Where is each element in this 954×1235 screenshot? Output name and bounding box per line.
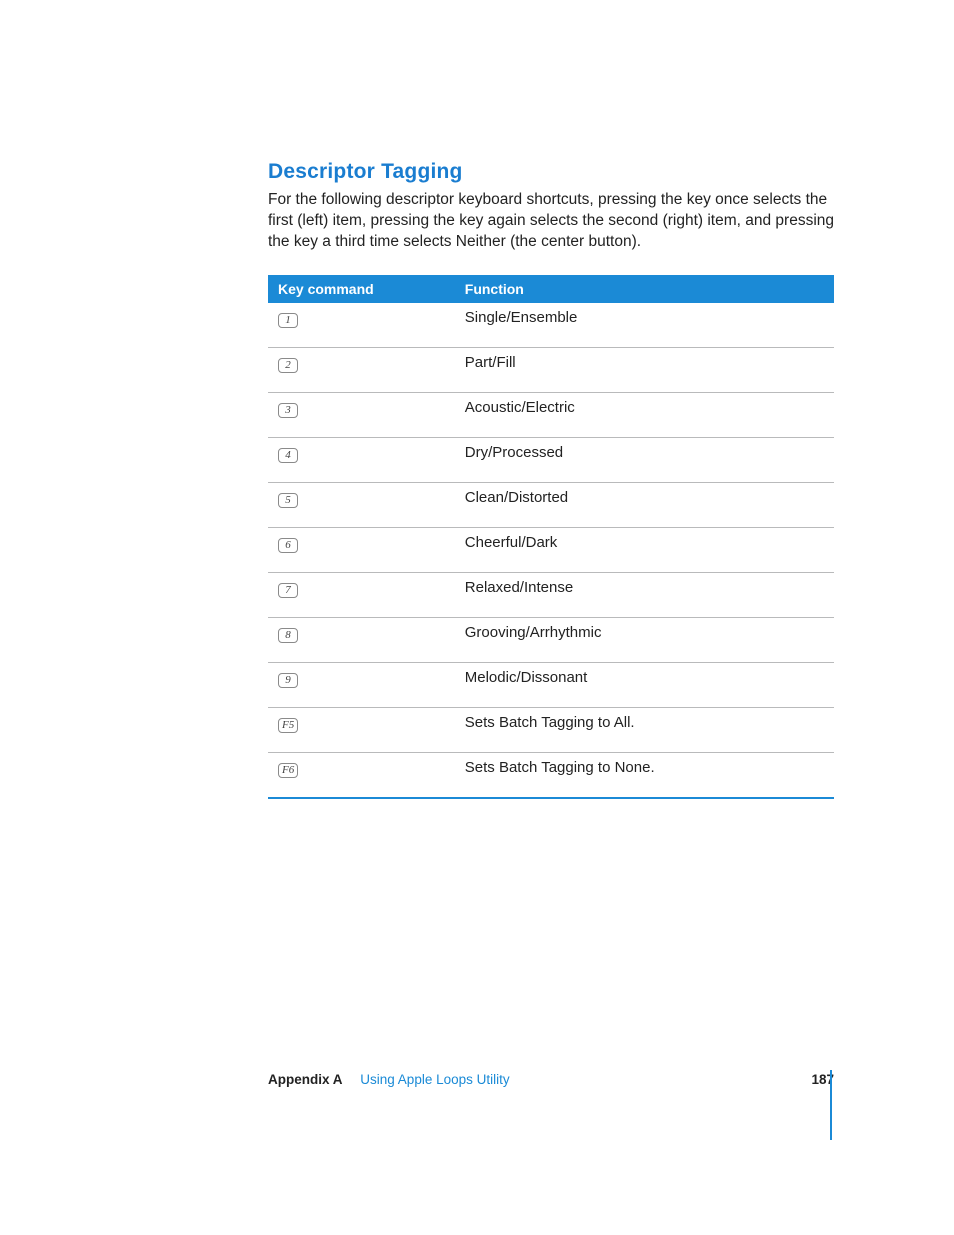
keycap-icon: 4: [278, 448, 298, 463]
table-row: 1 Single/Ensemble: [268, 303, 834, 348]
keycap-icon: 9: [278, 673, 298, 688]
keycap-icon: F6: [278, 763, 298, 778]
footer-side-rule: [830, 1070, 832, 1140]
appendix-title: Using Apple Loops Utility: [360, 1072, 509, 1087]
table-row: F6 Sets Batch Tagging to None.: [268, 752, 834, 798]
keycap-icon: 2: [278, 358, 298, 373]
page-footer: 187 Appendix A Using Apple Loops Utility: [268, 1072, 834, 1087]
table-row: 5 Clean/Distorted: [268, 482, 834, 527]
keycap-icon: 7: [278, 583, 298, 598]
intro-paragraph: For the following descriptor keyboard sh…: [268, 190, 834, 253]
table-row: 7 Relaxed/Intense: [268, 572, 834, 617]
function-cell: Relaxed/Intense: [455, 572, 834, 617]
table-row: 9 Melodic/Dissonant: [268, 662, 834, 707]
table-row: 6 Cheerful/Dark: [268, 527, 834, 572]
table-row: F5 Sets Batch Tagging to All.: [268, 707, 834, 752]
function-cell: Dry/Processed: [455, 437, 834, 482]
appendix-label: Appendix A: [268, 1072, 343, 1087]
table-row: 2 Part/Fill: [268, 347, 834, 392]
keycap-icon: 6: [278, 538, 298, 553]
function-cell: Sets Batch Tagging to All.: [455, 707, 834, 752]
shortcuts-table: Key command Function 1 Single/Ensemble 2…: [268, 275, 834, 799]
table-row: 3 Acoustic/Electric: [268, 392, 834, 437]
keycap-icon: F5: [278, 718, 298, 733]
keycap-icon: 8: [278, 628, 298, 643]
keycap-icon: 3: [278, 403, 298, 418]
col-header-key: Key command: [268, 275, 455, 303]
function-cell: Grooving/Arrhythmic: [455, 617, 834, 662]
function-cell: Clean/Distorted: [455, 482, 834, 527]
function-cell: Sets Batch Tagging to None.: [455, 752, 834, 798]
table-row: 8 Grooving/Arrhythmic: [268, 617, 834, 662]
section-heading: Descriptor Tagging: [268, 160, 834, 184]
keycap-icon: 1: [278, 313, 298, 328]
function-cell: Melodic/Dissonant: [455, 662, 834, 707]
function-cell: Acoustic/Electric: [455, 392, 834, 437]
function-cell: Part/Fill: [455, 347, 834, 392]
col-header-function: Function: [455, 275, 834, 303]
function-cell: Cheerful/Dark: [455, 527, 834, 572]
function-cell: Single/Ensemble: [455, 303, 834, 348]
table-row: 4 Dry/Processed: [268, 437, 834, 482]
keycap-icon: 5: [278, 493, 298, 508]
page-content: Descriptor Tagging For the following des…: [268, 160, 834, 799]
